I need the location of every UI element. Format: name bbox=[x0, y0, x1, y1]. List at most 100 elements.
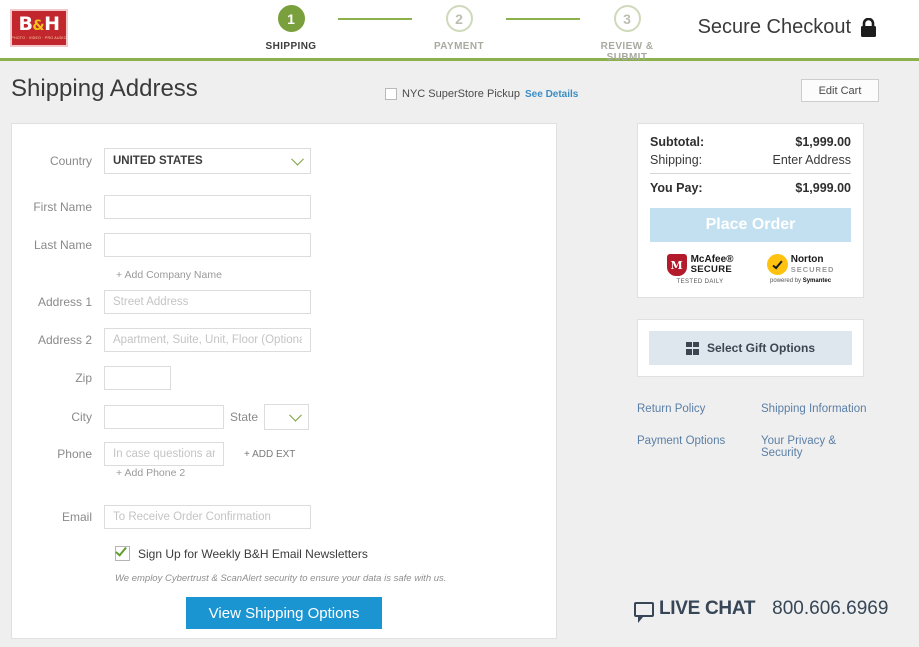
nyc-superstore-pickup-option[interactable]: NYC SuperStore Pickup See Details bbox=[385, 88, 578, 100]
field-row-city-state: City State bbox=[12, 404, 309, 430]
see-details-link[interactable]: See Details bbox=[525, 89, 578, 100]
state-select[interactable] bbox=[264, 404, 309, 430]
field-row-phone: Phone + ADD EXT bbox=[12, 442, 295, 466]
logo-ampersand: & bbox=[32, 18, 44, 34]
step-payment-label: PAYMENT bbox=[412, 41, 506, 52]
zip-input[interactable] bbox=[104, 366, 171, 390]
newsletter-label: Sign Up for Weekly B&H Email Newsletters bbox=[138, 547, 368, 561]
zip-label: Zip bbox=[12, 371, 104, 385]
security-badges: M McAfee® SECURE TESTED DAILY Norton SEC… bbox=[650, 254, 851, 285]
step-connector-1 bbox=[338, 18, 412, 20]
view-shipping-options-button[interactable]: View Shipping Options bbox=[186, 597, 382, 629]
phone-input[interactable] bbox=[104, 442, 224, 466]
you-pay-label: You Pay: bbox=[650, 181, 703, 195]
mcafee-secure-badge: M McAfee® SECURE TESTED DAILY bbox=[667, 254, 734, 285]
page-title: Shipping Address bbox=[11, 75, 198, 103]
summary-row-shipping: Shipping: Enter Address bbox=[650, 153, 851, 167]
phone-label: Phone bbox=[12, 447, 104, 461]
last-name-input[interactable] bbox=[104, 233, 311, 257]
page-header: B&H PHOTO · VIDEO · PRO AUDIO 1 SHIPPING… bbox=[0, 0, 919, 61]
logo-tagline: PHOTO · VIDEO · PRO AUDIO bbox=[11, 37, 66, 41]
address2-label: Address 2 bbox=[12, 333, 104, 347]
chevron-down-icon bbox=[289, 409, 302, 422]
pickup-checkbox[interactable] bbox=[385, 88, 397, 100]
email-input[interactable] bbox=[104, 505, 311, 529]
mcafee-line2: SECURE bbox=[691, 265, 734, 275]
state-label: State bbox=[224, 410, 264, 424]
lock-icon bbox=[860, 18, 877, 38]
bh-logo[interactable]: B&H PHOTO · VIDEO · PRO AUDIO bbox=[10, 9, 68, 47]
step-payment[interactable]: 2 PAYMENT bbox=[412, 5, 506, 52]
phone-number: 800.606.6969 bbox=[772, 598, 888, 620]
summary-row-subtotal: Subtotal: $1,999.00 bbox=[650, 135, 851, 149]
step-shipping-label: SHIPPING bbox=[244, 41, 338, 52]
you-pay-value: $1,999.00 bbox=[795, 181, 851, 195]
link-shipping-information[interactable]: Shipping Information bbox=[761, 403, 877, 415]
gift-button-label: Select Gift Options bbox=[707, 341, 815, 355]
step-shipping-number: 1 bbox=[278, 5, 305, 32]
field-row-address1: Address 1 bbox=[12, 290, 311, 314]
city-input[interactable] bbox=[104, 405, 224, 429]
add-ext-link[interactable]: + ADD EXT bbox=[244, 449, 295, 460]
step-review-number: 3 bbox=[614, 5, 641, 32]
norton-secured-badge: Norton SECURED powered by Symantec bbox=[767, 254, 835, 284]
norton-sub-pre: powered by bbox=[770, 278, 803, 284]
step-connector-2 bbox=[506, 18, 580, 20]
subtotal-label: Subtotal: bbox=[650, 135, 704, 149]
checkout-steps: 1 SHIPPING 2 PAYMENT 3 REVIEW & SUBMIT bbox=[244, 5, 674, 63]
field-row-address2: Address 2 bbox=[12, 328, 311, 352]
edit-cart-button[interactable]: Edit Cart bbox=[801, 79, 879, 102]
step-shipping[interactable]: 1 SHIPPING bbox=[244, 5, 338, 52]
shipping-value: Enter Address bbox=[772, 153, 851, 167]
country-select[interactable]: UNITED STATES bbox=[104, 148, 311, 174]
first-name-label: First Name bbox=[12, 200, 104, 214]
logo-wordmark: B&H bbox=[18, 15, 59, 34]
secure-checkout-indicator: Secure Checkout bbox=[698, 16, 877, 39]
norton-sub-brand: Symantec bbox=[803, 278, 831, 284]
link-return-policy[interactable]: Return Policy bbox=[637, 403, 761, 415]
contact-bar: LIVE CHAT 800.606.6969 bbox=[634, 598, 888, 620]
norton-line2: SECURED bbox=[791, 266, 835, 274]
step-payment-number: 2 bbox=[446, 5, 473, 32]
live-chat-label[interactable]: LIVE CHAT bbox=[659, 598, 755, 620]
step-review[interactable]: 3 REVIEW & SUBMIT bbox=[580, 5, 674, 63]
subtotal-value: $1,999.00 bbox=[795, 135, 851, 149]
field-row-zip: Zip bbox=[12, 366, 171, 390]
field-row-first-name: First Name bbox=[12, 195, 311, 219]
norton-sub: powered by Symantec bbox=[767, 278, 835, 284]
address1-input[interactable] bbox=[104, 290, 311, 314]
shipping-address-title-row: Shipping Address NYC SuperStore Pickup S… bbox=[0, 75, 919, 123]
summary-row-you-pay: You Pay: $1,999.00 bbox=[650, 181, 851, 195]
mcafee-sub: TESTED DAILY bbox=[667, 279, 734, 285]
country-label: Country bbox=[12, 154, 104, 168]
pickup-label: NYC SuperStore Pickup bbox=[402, 88, 520, 100]
last-name-label: Last Name bbox=[12, 238, 104, 252]
step-review-label: REVIEW & SUBMIT bbox=[580, 41, 674, 63]
field-row-country: Country UNITED STATES bbox=[12, 148, 311, 174]
address1-label: Address 1 bbox=[12, 295, 104, 309]
link-payment-options[interactable]: Payment Options bbox=[637, 435, 761, 459]
newsletter-signup[interactable]: Sign Up for Weekly B&H Email Newsletters bbox=[115, 546, 368, 561]
address2-input[interactable] bbox=[104, 328, 311, 352]
chat-bubble-icon[interactable] bbox=[634, 602, 654, 617]
shipping-label: Shipping: bbox=[650, 153, 702, 167]
summary-divider bbox=[650, 173, 851, 174]
email-label: Email bbox=[12, 510, 104, 524]
add-company-name-link[interactable]: + Add Company Name bbox=[116, 269, 222, 281]
chevron-down-icon bbox=[291, 153, 304, 166]
norton-check-icon bbox=[767, 254, 788, 275]
first-name-input[interactable] bbox=[104, 195, 311, 219]
gift-options-panel: Select Gift Options bbox=[637, 319, 864, 377]
select-gift-options-button[interactable]: Select Gift Options bbox=[649, 331, 852, 365]
newsletter-checkbox[interactable] bbox=[115, 546, 130, 561]
order-summary-panel: Subtotal: $1,999.00 Shipping: Enter Addr… bbox=[637, 123, 864, 298]
field-row-email: Email bbox=[12, 505, 311, 529]
city-label: City bbox=[12, 410, 104, 424]
add-phone2-link[interactable]: + Add Phone 2 bbox=[116, 467, 185, 479]
link-privacy-security[interactable]: Your Privacy & Security bbox=[761, 435, 877, 459]
check-icon bbox=[115, 544, 127, 556]
shipping-address-form: Country UNITED STATES First Name Last Na… bbox=[11, 123, 557, 639]
mcafee-shield-icon: M bbox=[667, 254, 687, 276]
security-note: We employ Cybertrust & ScanAlert securit… bbox=[115, 573, 446, 584]
place-order-button[interactable]: Place Order bbox=[650, 208, 851, 242]
